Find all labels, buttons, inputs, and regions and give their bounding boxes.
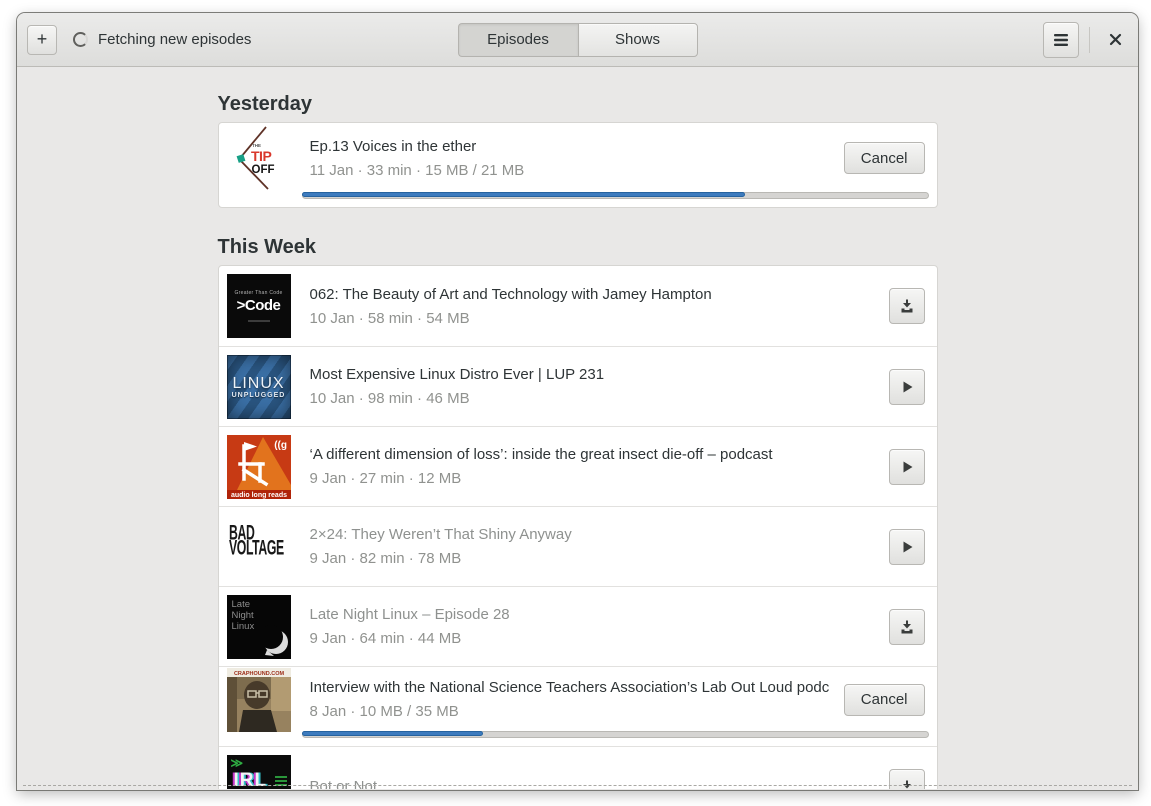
cover-greater-than-code: Greater Than Code >Code [226, 274, 291, 338]
download-progressbar [301, 192, 929, 199]
cancel-download-button[interactable]: Cancel [843, 683, 925, 716]
episode-title: Late Night Linux – Episode 28 [309, 606, 510, 623]
cover-text: audio long reads [230, 492, 286, 499]
cover-the-tip-off: THE TIP OFF [226, 126, 291, 190]
header-right-controls [1043, 21, 1130, 58]
cover-text: >Code [236, 297, 281, 314]
episode-info: 2×24: They Weren’t That Shiny Anyway 9 J… [310, 526, 889, 567]
chevron-icon: ≫ [230, 755, 244, 770]
cover-bad-voltage: BAD VOLTAGE [226, 514, 291, 579]
cover-decoration [247, 320, 270, 322]
scroll-undershoot-indicator [23, 785, 1132, 786]
cover-text: IRL [233, 769, 268, 790]
cover-late-night-linux: Late Night Linux [226, 594, 291, 659]
menu-button[interactable] [1043, 21, 1079, 58]
cover-text: UNPLUGGED [231, 391, 286, 399]
cover-audio-long-reads: ((g audio long reads [226, 434, 291, 499]
yesterday-card: THE TIP OFF Ep.13 Voices in the ether 11… [217, 122, 938, 208]
cancel-download-button[interactable]: Cancel [843, 142, 925, 174]
episode-info: Most Expensive Linux Distro Ever | LUP 2… [310, 366, 889, 407]
section-title-yesterday: Yesterday [217, 93, 313, 115]
episode-meta: 11 Jan · 33 min · 15 MB / 21 MB [309, 161, 525, 179]
episode-row-tip-off[interactable]: THE TIP OFF Ep.13 Voices in the ether 11… [219, 123, 937, 207]
crescent-moon-icon [258, 624, 288, 656]
episode-meta: 10 Jan · 58 min · 54 MB [309, 309, 470, 327]
header-separator [1089, 26, 1090, 53]
episode-title: ‘A different dimension of loss’: inside … [309, 446, 773, 463]
cover-text: CRAPHOUND.COM [233, 671, 284, 677]
episode-info: Late Night Linux – Episode 28 9 Jan · 64… [310, 606, 889, 647]
tab-episodes[interactable]: Episodes [457, 22, 578, 57]
guardian-roundel-icon: ((g [274, 440, 287, 451]
close-icon [1109, 33, 1121, 46]
episode-row-bad-voltage[interactable]: BAD VOLTAGE 2×24: They Weren’t That Shin… [218, 506, 937, 586]
add-podcast-button[interactable]: + [27, 24, 57, 55]
episode-info: Bot or Not [310, 778, 889, 789]
cover-text: VOLTAGE [228, 535, 284, 560]
sync-status: Fetching new episodes [73, 31, 251, 48]
episode-title: 2×24: They Weren’t That Shiny Anyway [309, 526, 572, 543]
desktop-background: + Fetching new episodes Episodes Shows Y… [0, 0, 1151, 806]
episode-info: Ep.13 Voices in the ether 11 Jan · 33 mi… [310, 138, 844, 179]
episode-meta: 9 Jan · 82 min · 78 MB [309, 550, 462, 567]
episode-meta: 8 Jan · 10 MB / 35 MB [309, 703, 459, 720]
download-icon [901, 620, 912, 633]
cover-linux-unplugged: LINUX UNPLUGGED [226, 354, 291, 419]
this-week-card: Greater Than Code >Code 062: The Beauty … [217, 265, 938, 790]
play-button[interactable] [888, 528, 925, 565]
download-icon [901, 299, 912, 313]
download-icon [902, 780, 911, 788]
episode-title: Most Expensive Linux Distro Ever | LUP 2… [309, 366, 605, 383]
episode-row-craphound[interactable]: CRAPHOUND.COM Interview with the Nationa… [218, 666, 937, 746]
spinner-icon [73, 32, 88, 47]
episode-info: ‘A different dimension of loss’: inside … [310, 446, 889, 487]
episode-title: Ep.13 Voices in the ether [309, 137, 477, 155]
cover-craphound: CRAPHOUND.COM [226, 667, 291, 732]
status-text: Fetching new episodes [98, 31, 252, 48]
episode-row-irl[interactable]: ≫ IRL Bot or Not [218, 746, 937, 790]
episode-row-linux-unplugged[interactable]: LINUX UNPLUGGED Most Expensive Linux Dis… [218, 346, 937, 426]
cover-text: LINUX [232, 374, 285, 392]
cover-text-tip: TIP [251, 148, 271, 164]
play-icon [903, 381, 912, 392]
download-button[interactable] [888, 608, 925, 645]
view-switcher: Episodes Shows [457, 22, 698, 57]
play-icon [903, 541, 912, 552]
hamburger-icon [1054, 33, 1068, 46]
header-bar: + Fetching new episodes Episodes Shows [17, 13, 1138, 67]
cover-text: Greater Than Code [234, 290, 283, 296]
download-progress-fill [301, 192, 746, 197]
cover-text-off: OFF [251, 164, 274, 176]
download-button[interactable] [888, 288, 925, 324]
episode-meta: 10 Jan · 98 min · 46 MB [309, 390, 470, 407]
episode-title: Interview with the National Science Teac… [309, 679, 830, 696]
episodes-view: Yesterday THE TIP OFF Ep.13 Voices in th… [17, 67, 1138, 789]
download-progress-fill [301, 731, 483, 736]
section-title-this-week: This Week [217, 236, 317, 258]
episode-info: Interview with the National Science Teac… [310, 679, 844, 720]
close-button[interactable] [1100, 22, 1130, 58]
tab-shows[interactable]: Shows [577, 22, 698, 57]
episodes-feed: Yesterday THE TIP OFF Ep.13 Voices in th… [217, 67, 938, 790]
episode-info: 062: The Beauty of Art and Technology wi… [310, 286, 889, 327]
episode-row-late-night-linux[interactable]: Late Night Linux Late Night Linux – Epis… [218, 586, 937, 666]
play-button[interactable] [888, 368, 925, 405]
episode-row-audio-long-reads[interactable]: ((g audio long reads ‘A different dimens… [218, 426, 937, 506]
play-icon [903, 461, 912, 472]
cover-irl: ≫ IRL [226, 754, 291, 790]
play-button[interactable] [888, 448, 925, 485]
episode-meta: 9 Jan · 27 min · 12 MB [309, 470, 462, 487]
download-progressbar [301, 731, 929, 738]
episode-meta: 9 Jan · 64 min · 44 MB [309, 630, 462, 647]
episode-title: Bot or Not [309, 778, 378, 789]
episode-title: 062: The Beauty of Art and Technology wi… [309, 285, 712, 303]
cover-decoration [274, 775, 287, 786]
episode-row-greater-than-code[interactable]: Greater Than Code >Code 062: The Beauty … [219, 266, 937, 346]
podcasts-window: + Fetching new episodes Episodes Shows Y… [17, 13, 1138, 790]
